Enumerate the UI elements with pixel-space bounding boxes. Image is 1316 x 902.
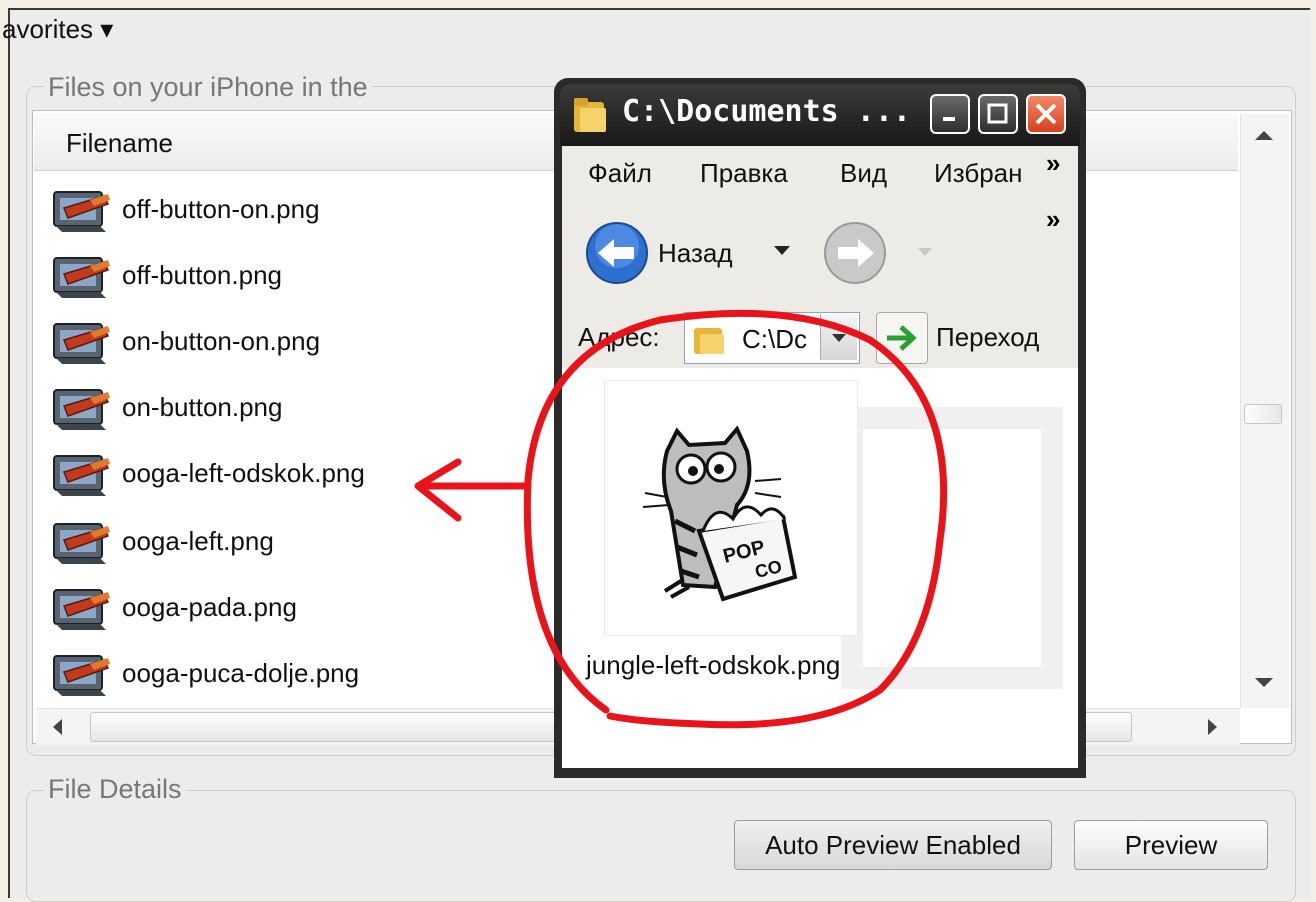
vertical-scroll-thumb[interactable]	[1244, 404, 1282, 424]
files-group-label: Files on your iPhone in the	[44, 72, 372, 103]
file-details-label: File Details	[44, 774, 186, 805]
file-icon	[53, 455, 110, 496]
filename-column-label: Filename	[66, 128, 173, 158]
forward-arrow-icon[interactable]	[822, 220, 888, 286]
file-icon	[53, 655, 110, 696]
close-button[interactable]	[1026, 94, 1066, 134]
file-name: ooga-left-odskok.png	[122, 458, 365, 488]
back-label[interactable]: Назад	[658, 238, 733, 269]
favorites-dropdown[interactable]: avorites ▾	[2, 14, 113, 45]
menu-view[interactable]: Вид	[840, 158, 887, 189]
go-arrow-icon	[887, 325, 917, 351]
file-name: ooga-pada.png	[122, 592, 297, 622]
explorer-file-name[interactable]: jungle-left-odskok.png	[586, 650, 840, 681]
file-name: ooga-puca-dolje.png	[122, 658, 360, 688]
file-icon	[53, 257, 110, 298]
go-button[interactable]	[876, 312, 928, 364]
cat-popcorn-image	[642, 425, 798, 602]
file-thumbnail[interactable]: POP CO	[604, 380, 858, 636]
file-icon	[53, 191, 110, 232]
scroll-up-icon[interactable]	[1253, 128, 1275, 142]
menu-file[interactable]: Файл	[588, 158, 652, 189]
file-icon	[53, 523, 110, 564]
maximize-button[interactable]	[978, 94, 1018, 134]
forward-dropdown-chevron-down-icon[interactable]	[916, 246, 934, 258]
address-folder-icon	[694, 328, 724, 354]
toolbar-more-chevron-icon[interactable]: »	[1046, 204, 1060, 235]
file-name: on-button.png	[122, 392, 283, 422]
file-name: off-button.png	[122, 260, 282, 290]
back-arrow-icon[interactable]	[584, 220, 650, 286]
file-name: off-button-on.png	[122, 194, 320, 224]
address-dropdown-button[interactable]	[820, 314, 857, 360]
auto-preview-button[interactable]: Auto Preview Enabled	[734, 820, 1052, 870]
back-dropdown-chevron-down-icon[interactable]	[772, 244, 792, 258]
minimize-icon	[943, 117, 955, 121]
folder-icon	[574, 98, 606, 132]
file-icon	[53, 589, 110, 630]
maximize-icon	[987, 103, 1008, 124]
scroll-down-icon[interactable]	[1253, 676, 1275, 690]
preview-button[interactable]: Preview	[1074, 820, 1268, 870]
file-icon	[53, 323, 110, 364]
menu-more-chevron-icon[interactable]: »	[1046, 148, 1060, 179]
chevron-down-icon	[832, 334, 846, 342]
file-icon	[53, 389, 110, 430]
scroll-right-icon[interactable]	[1206, 717, 1220, 737]
address-value[interactable]: C:\Dc	[742, 324, 818, 355]
scroll-left-icon[interactable]	[50, 717, 64, 737]
file-name: ooga-left.png	[122, 526, 274, 556]
address-label: Адрес:	[578, 322, 660, 352]
file-name: on-button-on.png	[122, 326, 321, 356]
close-icon	[1035, 103, 1057, 125]
explorer-title: C:\Documents ...	[622, 94, 911, 129]
menu-favorites[interactable]: Избран	[934, 158, 1023, 189]
minimize-button[interactable]	[930, 94, 970, 134]
go-label[interactable]: Переход	[936, 322, 1039, 353]
menu-edit[interactable]: Правка	[700, 158, 788, 189]
